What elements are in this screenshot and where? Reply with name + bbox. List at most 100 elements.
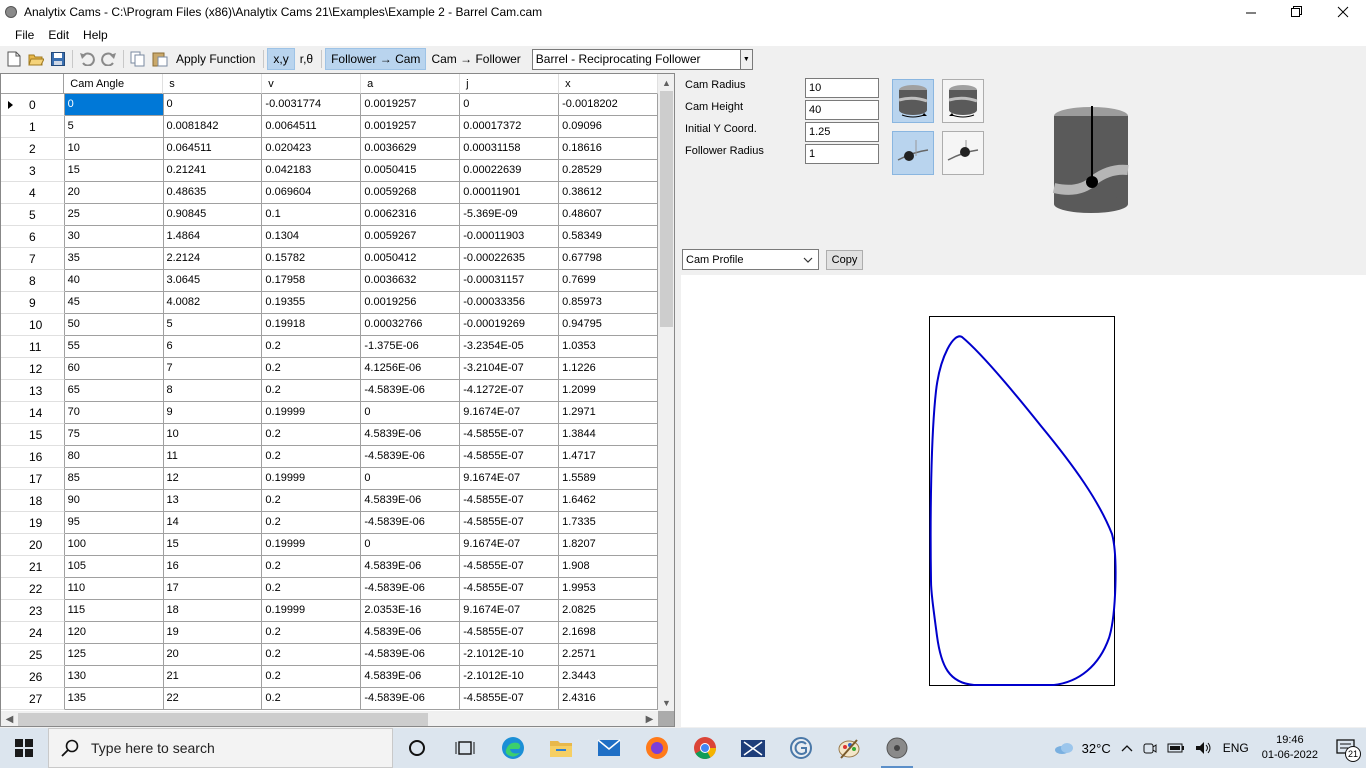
- grid-cell[interactable]: 12: [163, 468, 263, 490]
- scroll-up-icon[interactable]: ▲: [658, 74, 674, 91]
- grid-cell[interactable]: 7: [163, 358, 263, 380]
- coord-xy-toggle[interactable]: x,y: [267, 48, 295, 70]
- grid-corner[interactable]: [1, 74, 65, 94]
- grid-cell[interactable]: -4.5839E-06: [361, 446, 461, 468]
- open-file-button[interactable]: [25, 48, 47, 70]
- row-header[interactable]: 15: [1, 424, 65, 446]
- row-header[interactable]: 16: [1, 446, 65, 468]
- grid-cell[interactable]: 0.21241: [163, 160, 263, 182]
- grid-cell[interactable]: 45: [64, 292, 164, 314]
- grid-cell[interactable]: 0.2: [262, 556, 362, 578]
- grid-cell[interactable]: 0.1: [262, 204, 362, 226]
- grid-cell[interactable]: 0.064511: [163, 138, 263, 160]
- grid-cell[interactable]: 0.2: [262, 424, 362, 446]
- scroll-left-icon[interactable]: ◀: [1, 711, 18, 726]
- row-header[interactable]: 10: [1, 314, 65, 336]
- grid-cell[interactable]: 130: [64, 666, 164, 688]
- grid-cell[interactable]: 17: [163, 578, 263, 600]
- grid-cell[interactable]: 0.0064511: [262, 116, 362, 138]
- grid-cell[interactable]: 50: [64, 314, 164, 336]
- cortana-button[interactable]: [393, 728, 441, 768]
- table-row[interactable]: 17 85 12 0.19999 0 9.1674E-07 1.5589: [1, 468, 658, 490]
- grid-cell[interactable]: 70: [64, 402, 164, 424]
- row-header[interactable]: 25: [1, 644, 65, 666]
- table-row[interactable]: 5 25 0.90845 0.1 0.0062316 -5.369E-09 0.48607: [1, 204, 658, 226]
- table-row[interactable]: 19 95 14 0.2 -4.5839E-06 -4.5855E-07 1.7335: [1, 512, 658, 534]
- barrel-rotate-clockwise-button[interactable]: [892, 79, 934, 123]
- grid-cell[interactable]: -4.5855E-07: [460, 688, 560, 710]
- grid-cell[interactable]: 0.0036629: [361, 138, 461, 160]
- grid-cell[interactable]: 14: [163, 512, 263, 534]
- grid-cell[interactable]: 0.38612: [559, 182, 658, 204]
- table-row[interactable]: 9 45 4.0082 0.19355 0.0019256 -0.00033356 0.85…: [1, 292, 658, 314]
- row-header[interactable]: 8: [1, 270, 65, 292]
- grid-cell[interactable]: 9.1674E-07: [460, 534, 560, 556]
- row-header[interactable]: 12: [1, 358, 65, 380]
- grid-cell[interactable]: 2.0353E-16: [361, 600, 461, 622]
- grid-cell[interactable]: 0.7699: [559, 270, 658, 292]
- menu-edit[interactable]: Edit: [41, 28, 76, 42]
- row-header[interactable]: 23: [1, 600, 65, 622]
- grid-cell[interactable]: 9.1674E-07: [460, 468, 560, 490]
- grid-cell[interactable]: 135: [64, 688, 164, 710]
- grid-cell[interactable]: 0.0036632: [361, 270, 461, 292]
- row-header[interactable]: 4: [1, 182, 65, 204]
- follower-to-cam-toggle[interactable]: Follower → Cam: [325, 48, 427, 70]
- grid-cell[interactable]: 40: [64, 270, 164, 292]
- column-header-a[interactable]: a: [361, 74, 461, 94]
- grid-cell[interactable]: 0: [361, 534, 461, 556]
- grid-cell[interactable]: 0: [361, 468, 461, 490]
- follower-right-button[interactable]: [942, 131, 984, 175]
- language-indicator[interactable]: ENG: [1218, 728, 1254, 768]
- row-header[interactable]: 9: [1, 292, 65, 314]
- close-button[interactable]: [1320, 0, 1366, 24]
- row-header[interactable]: 14: [1, 402, 65, 424]
- grid-cell[interactable]: 0.0081842: [163, 116, 263, 138]
- table-row[interactable]: 0 0 0 -0.0031774 0.0019257 0 -0.0018202: [1, 94, 658, 116]
- grid-cell[interactable]: 13: [163, 490, 263, 512]
- grid-cell[interactable]: 9.1674E-07: [460, 600, 560, 622]
- row-header[interactable]: 13: [1, 380, 65, 402]
- table-row[interactable]: 6 30 1.4864 0.1304 0.0059267 -0.00011903 0.583…: [1, 226, 658, 248]
- grid-cell[interactable]: 95: [64, 512, 164, 534]
- grid-cell[interactable]: 1.4864: [163, 226, 263, 248]
- grid-cell[interactable]: 5: [64, 116, 164, 138]
- notification-center-button[interactable]: 21: [1326, 728, 1366, 768]
- paste-button[interactable]: [149, 48, 171, 70]
- grid-cell[interactable]: 0.2: [262, 644, 362, 666]
- grid-cell[interactable]: 2.4316: [559, 688, 658, 710]
- cam-height-input[interactable]: 40: [805, 100, 879, 120]
- grid-cell[interactable]: -4.5855E-07: [460, 578, 560, 600]
- firefox-app[interactable]: [633, 728, 681, 768]
- cam-radius-input[interactable]: 10: [805, 78, 879, 98]
- follower-radius-input[interactable]: 1: [805, 144, 879, 164]
- grid-cell[interactable]: 0.19999: [262, 402, 362, 424]
- grid-cell[interactable]: -4.5839E-06: [361, 578, 461, 600]
- grid-cell[interactable]: 10: [163, 424, 263, 446]
- row-header[interactable]: 11: [1, 336, 65, 358]
- table-row[interactable]: 12 60 7 0.2 4.1256E-06 -3.2104E-07 1.1226: [1, 358, 658, 380]
- grid-cell[interactable]: -0.0018202: [559, 94, 658, 116]
- row-header[interactable]: 0: [1, 94, 65, 116]
- grid-cell[interactable]: 5: [163, 314, 263, 336]
- taskbar-search[interactable]: Type here to search: [48, 728, 393, 768]
- redo-button[interactable]: [98, 48, 120, 70]
- grid-cell[interactable]: 10: [64, 138, 164, 160]
- grid-cell[interactable]: -4.5839E-06: [361, 688, 461, 710]
- weather-widget[interactable]: 32°C: [1049, 728, 1116, 768]
- row-header[interactable]: 20: [1, 534, 65, 556]
- grid-cell[interactable]: 0.18616: [559, 138, 658, 160]
- grid-cell[interactable]: 0.58349: [559, 226, 658, 248]
- grid-cell[interactable]: 11: [163, 446, 263, 468]
- paint-app[interactable]: [825, 728, 873, 768]
- grid-cell[interactable]: 0.042183: [262, 160, 362, 182]
- column-header-s[interactable]: s: [163, 74, 263, 94]
- grid-cell[interactable]: 16: [163, 556, 263, 578]
- grid-cell[interactable]: 0.2: [262, 446, 362, 468]
- row-header[interactable]: 17: [1, 468, 65, 490]
- grid-cell[interactable]: -4.5855E-07: [460, 446, 560, 468]
- menu-file[interactable]: File: [8, 28, 41, 42]
- grid-cell[interactable]: 2.2571: [559, 644, 658, 666]
- grid-cell[interactable]: -4.5839E-06: [361, 380, 461, 402]
- grid-cell[interactable]: 0.2: [262, 380, 362, 402]
